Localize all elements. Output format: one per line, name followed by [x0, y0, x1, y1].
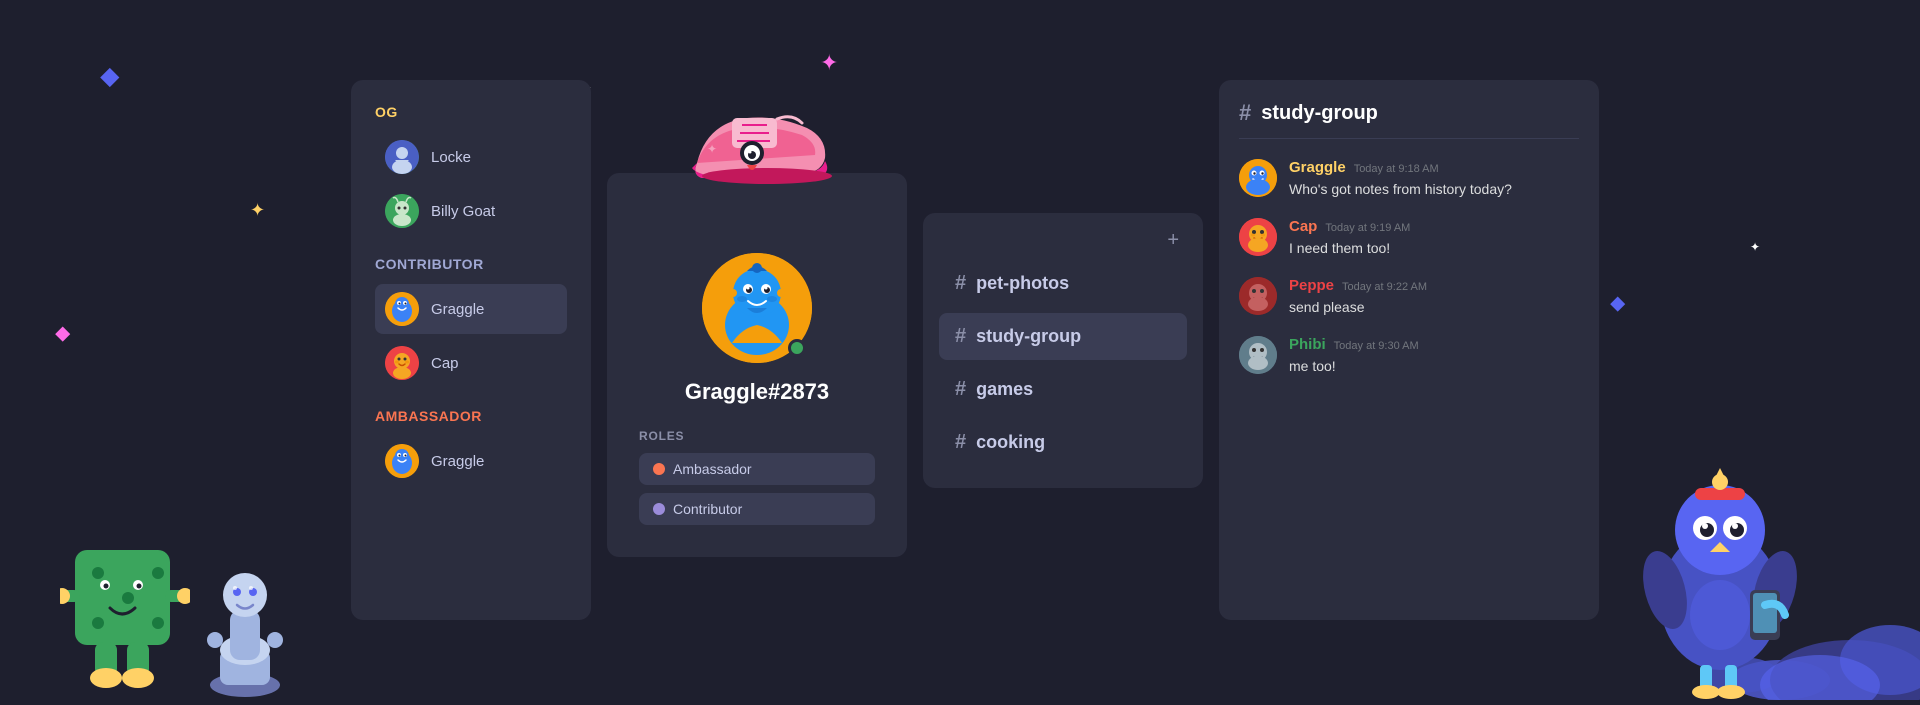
message-cap: Cap Today at 9:19 AM I need them too!: [1239, 218, 1579, 259]
channel-games[interactable]: # games: [939, 366, 1187, 413]
message-phibi-time: Today at 9:30 AM: [1334, 340, 1419, 352]
message-phibi: Phibi Today at 9:30 AM me too!: [1239, 336, 1579, 377]
ambassador-dot: [653, 463, 665, 475]
message-phibi-content: Phibi Today at 9:30 AM me too!: [1289, 336, 1579, 377]
hash-icon-pet-photos: #: [955, 272, 966, 295]
message-graggle-text: Who's got notes from history today?: [1289, 179, 1579, 200]
member-billygoat[interactable]: Billy Goat: [375, 186, 567, 236]
message-phibi-text: me too!: [1289, 356, 1579, 377]
ambassador-section: Ambassador Graggle: [375, 408, 567, 486]
add-channel-hint: +: [939, 229, 1187, 252]
chat-avatar-peppe: [1239, 277, 1277, 315]
chat-avatar-graggle: [1239, 159, 1277, 197]
member-graggle[interactable]: Graggle: [375, 284, 567, 334]
channel-pet-photos-label: pet-photos: [976, 273, 1069, 294]
message-graggle-time: Today at 9:18 AM: [1354, 163, 1439, 175]
message-graggle-content: Graggle Today at 9:18 AM Who's got notes…: [1289, 159, 1579, 200]
member-cap-name: Cap: [431, 355, 459, 372]
avatar-graggle-2: [385, 444, 419, 478]
member-billygoat-name: Billy Goat: [431, 203, 495, 220]
channels-panel: + # pet-photos # study-group # games # c…: [923, 213, 1203, 488]
contributor-dot: [653, 503, 665, 515]
hash-icon-cooking: #: [955, 431, 966, 454]
ambassador-label: Ambassador: [673, 461, 752, 477]
channel-pet-photos[interactable]: # pet-photos: [939, 260, 1187, 307]
og-title: OG: [375, 104, 567, 120]
contributor-title: Contributor: [375, 256, 567, 272]
role-badge-ambassador[interactable]: Ambassador: [639, 453, 875, 485]
message-peppe-time: Today at 9:22 AM: [1342, 281, 1427, 293]
roles-section: Roles Ambassador Contributor: [631, 429, 883, 525]
hash-icon-games: #: [955, 378, 966, 401]
message-cap-text: I need them too!: [1289, 238, 1579, 259]
chat-channel-title: study-group: [1261, 102, 1378, 125]
member-locke-name: Locke: [431, 149, 471, 166]
members-panel: OG Locke: [351, 80, 591, 620]
ambassador-title: Ambassador: [375, 408, 567, 424]
contributor-section: Contributor Graggle: [375, 256, 567, 388]
channel-study-group[interactable]: # study-group: [939, 313, 1187, 360]
channel-games-label: games: [976, 379, 1033, 400]
role-badge-contributor[interactable]: Contributor: [639, 493, 875, 525]
channel-cooking[interactable]: # cooking: [939, 419, 1187, 466]
chat-avatar-phibi: [1239, 336, 1277, 374]
message-phibi-user: Phibi: [1289, 336, 1326, 353]
member-graggle-ambassador[interactable]: Graggle: [375, 436, 567, 486]
chat-header: # study-group: [1239, 100, 1579, 139]
svg-text:✦: ✦: [707, 142, 717, 156]
message-cap-meta: Cap Today at 9:19 AM: [1289, 218, 1579, 235]
member-graggle-amb-name: Graggle: [431, 453, 484, 470]
profile-username: Graggle#2873: [631, 379, 883, 405]
member-cap[interactable]: Cap: [375, 338, 567, 388]
avatar-cap: [385, 346, 419, 380]
message-peppe-user: Peppe: [1289, 277, 1334, 294]
shoe-decoration: ✦: [677, 83, 837, 208]
chat-avatar-cap: [1239, 218, 1277, 256]
message-cap-user: Cap: [1289, 218, 1317, 235]
message-peppe: Peppe Today at 9:22 AM send please: [1239, 277, 1579, 318]
online-indicator: [788, 339, 806, 357]
message-cap-content: Cap Today at 9:19 AM I need them too!: [1289, 218, 1579, 259]
avatar-locke: [385, 140, 419, 174]
message-graggle-user: Graggle: [1289, 159, 1346, 176]
chat-hash-icon: #: [1239, 100, 1251, 126]
message-peppe-content: Peppe Today at 9:22 AM send please: [1289, 277, 1579, 318]
message-graggle: Graggle Today at 9:18 AM Who's got notes…: [1239, 159, 1579, 200]
hash-icon-study-group: #: [955, 325, 966, 348]
message-graggle-meta: Graggle Today at 9:18 AM: [1289, 159, 1579, 176]
avatar-graggle: [385, 292, 419, 326]
message-peppe-meta: Peppe Today at 9:22 AM: [1289, 277, 1579, 294]
avatar-billygoat: [385, 194, 419, 228]
profile-avatar: [702, 253, 812, 363]
message-peppe-text: send please: [1289, 297, 1579, 318]
member-locke[interactable]: Locke: [375, 132, 567, 182]
profile-panel: ✦: [607, 173, 907, 557]
roles-label: Roles: [639, 429, 875, 443]
chat-panel: # study-group Graggle: [1219, 80, 1599, 620]
channel-cooking-label: cooking: [976, 432, 1045, 453]
message-phibi-meta: Phibi Today at 9:30 AM: [1289, 336, 1579, 353]
member-graggle-name: Graggle: [431, 301, 484, 318]
message-cap-time: Today at 9:19 AM: [1325, 222, 1410, 234]
og-section: OG Locke: [375, 104, 567, 236]
contributor-label: Contributor: [673, 501, 742, 517]
channel-study-group-label: study-group: [976, 326, 1081, 347]
